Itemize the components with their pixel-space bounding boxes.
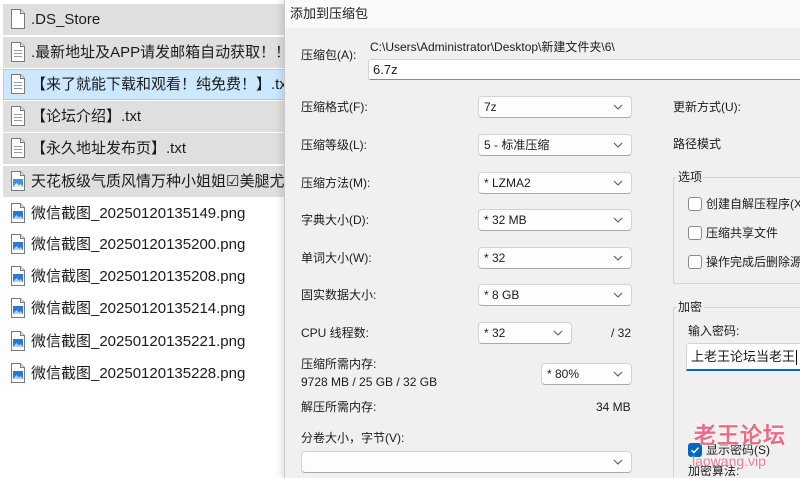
file-list-item[interactable]: 【永久地址发布页】.txt [3,133,285,164]
delete-after-checkbox-label: 操作完成后删除源 [706,255,800,269]
file-name: 微信截图_20250120135149.png [31,205,246,222]
txt-file-icon [10,42,26,62]
dictionary-select[interactable]: * 32 MB [478,209,632,231]
file-list: .DS_Store .最新地址及APP请发邮箱自动获取！！！. 【来了就能下载和… [0,0,285,478]
archive-label: 压缩包(A): [301,48,357,62]
chevron-down-icon [613,142,623,148]
chevron-down-icon [613,104,623,110]
options-group-title: 选项 [676,169,705,185]
file-list-item[interactable]: 微信截图_20250120135228.png [3,358,285,389]
dialog-titlebar[interactable]: 添加到压缩包 [285,0,800,28]
file-name: 【来了就能下载和观看！纯免费！】.txt [31,76,284,93]
chevron-down-icon [613,180,623,186]
png-file-icon [10,203,26,223]
image-file-icon [10,171,26,191]
encryption-group-title: 加密 [676,299,705,315]
memory-usage-select[interactable]: * 80% [541,363,632,385]
level-select[interactable]: 5 - 标准压缩 [478,134,632,156]
watermark-logo: 老王论坛 [694,423,787,448]
file-name: 微信截图_20250120135214.png [31,300,246,317]
text-caret [796,350,798,366]
file-name: 【永久地址发布页】.txt [31,140,187,157]
solid-block-value: * 8 GB [484,288,520,302]
file-list-item[interactable]: 天花板级气质风情万种小姐姐☑美腿尤物魔 [3,166,285,197]
compress-memory-label: 压缩所需内存: [301,357,377,371]
chevron-down-icon [613,217,623,223]
cpu-threads-label: CPU 线程数: [301,326,370,340]
archive-name-value: 6.7z [373,62,398,77]
chevron-down-icon [613,459,623,465]
chevron-down-icon [613,371,623,377]
file-name: 【论坛介绍】.txt [31,108,142,125]
word-size-label: 单词大小(W): [301,251,372,265]
dictionary-value: * 32 MB [484,213,527,227]
solid-block-select[interactable]: * 8 GB [478,284,632,306]
sfx-checkbox-label: 创建自解压程序(X [706,197,800,211]
png-file-icon [10,298,26,318]
sfx-checkbox[interactable] [688,197,702,211]
shared-files-checkbox-label: 压缩共享文件 [706,226,779,240]
file-list-item[interactable]: 微信截图_20250120135214.png [3,293,285,324]
decompress-memory-value: 34 MB [596,400,631,414]
chevron-down-icon [553,330,563,336]
password-value: 上老王论坛当老王 [691,349,796,364]
dialog-title: 添加到压缩包 [290,6,369,21]
file-name: .DS_Store [31,11,101,28]
file-name: .最新地址及APP请发邮箱自动获取！！！. [31,44,285,61]
format-value: 7z [484,100,497,114]
watermark-url: laowang.vip [692,453,766,469]
method-label: 压缩方法(M): [301,176,371,190]
file-list-item[interactable]: .DS_Store [3,4,285,35]
txt-file-icon [10,138,26,158]
file-list-item[interactable]: 微信截图_20250120135221.png [3,326,285,357]
dictionary-label: 字典大小(D): [301,213,369,227]
chevron-down-icon [613,292,623,298]
volume-size-select[interactable] [301,451,632,473]
archive-path: C:\Users\Administrator\Desktop\新建文件夹\6\ [370,40,615,54]
txt-file-icon [10,74,26,94]
password-label: 输入密码: [688,324,740,338]
cpu-threads-value: * 32 [484,326,506,340]
file-name: 天花板级气质风情万种小姐姐☑美腿尤物魔 [31,173,285,190]
update-mode-label: 更新方式(U): [673,100,741,114]
png-file-icon [10,363,26,383]
file-name: 微信截图_20250120135208.png [31,268,246,285]
decompress-memory-label: 解压所需内存: [301,400,377,414]
format-label: 压缩格式(F): [301,100,368,114]
level-value: 5 - 标准压缩 [484,138,550,152]
level-label: 压缩等级(L): [301,138,368,152]
format-select[interactable]: 7z [478,96,632,118]
cpu-threads-select[interactable]: * 32 [478,322,572,344]
archive-name-input[interactable]: 6.7z [368,59,800,80]
method-select[interactable]: * LZMA2 [478,172,632,194]
memory-usage-value: * 80% [547,367,580,381]
file-list-item[interactable]: 【论坛介绍】.txt [3,101,285,132]
volume-size-label: 分卷大小，字节(V): [301,431,405,445]
png-file-icon [10,331,26,351]
add-to-archive-dialog: 添加到压缩包 压缩包(A): C:\Users\Administrator\De… [285,0,800,478]
file-name: 微信截图_20250120135221.png [31,333,246,350]
file-list-item[interactable]: 【来了就能下载和观看！纯免费！】.txt [3,69,285,100]
file-list-item[interactable]: 微信截图_20250120135208.png [3,261,285,292]
file-list-item[interactable]: 微信截图_20250120135200.png [3,229,285,260]
method-value: * LZMA2 [484,176,531,190]
shared-files-checkbox[interactable] [688,226,702,240]
solid-block-label: 固实数据大小: [301,288,377,302]
path-mode-label: 路径模式 [673,137,722,151]
chevron-down-icon [613,255,623,261]
file-list-item[interactable]: 微信截图_20250120135149.png [3,198,285,229]
file-icon [10,9,26,29]
file-name: 微信截图_20250120135228.png [31,365,246,382]
compress-memory-detail: 9728 MB / 25 GB / 32 GB [301,375,438,389]
txt-file-icon [10,106,26,126]
cpu-threads-max: / 32 [611,326,632,340]
password-input[interactable]: 上老王论坛当老王 [686,343,800,371]
png-file-icon [10,266,26,286]
word-size-select[interactable]: * 32 [478,247,632,269]
file-list-item[interactable]: .最新地址及APP请发邮箱自动获取！！！. [3,37,285,68]
word-size-value: * 32 [484,251,506,265]
file-name: 微信截图_20250120135200.png [31,236,246,253]
png-file-icon [10,234,26,254]
delete-after-checkbox[interactable] [688,255,702,269]
